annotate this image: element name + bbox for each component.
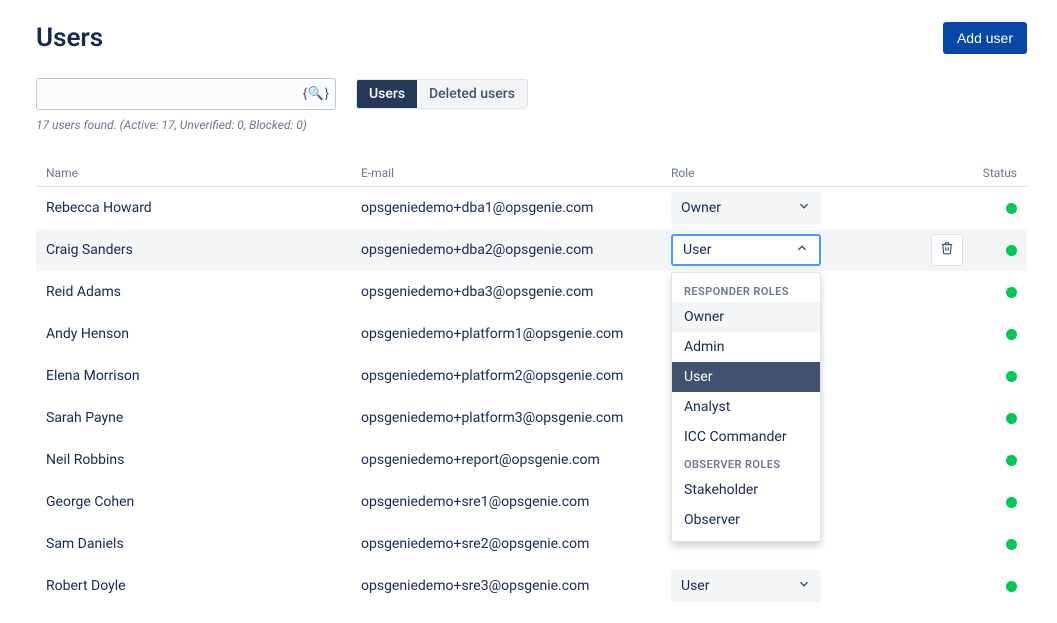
user-name: Rebecca Howard [46,200,361,216]
user-name: George Cohen [46,494,361,510]
table-row: Reid Adamsopsgeniedemo+dba3@opsgenie.com [36,271,1027,313]
role-cell: Owner [671,192,931,224]
role-cell: UserRESPONDER ROLESOwnerAdminUserAnalyst… [671,234,931,266]
table-row: Elena Morrisonopsgeniedemo+platform2@ops… [36,355,1027,397]
add-user-button[interactable]: Add user [943,22,1027,54]
users-table: Name E-mail Role Status Rebecca Howardop… [36,160,1027,607]
chevron-down-icon [797,199,811,217]
chevron-down-icon [797,577,811,595]
role-select-label: User [683,242,711,258]
user-email: opsgeniedemo+platform3@opsgenie.com [361,410,671,426]
role-dropdown: RESPONDER ROLESOwnerAdminUserAnalystICC … [671,272,821,542]
role-select-label: User [681,578,709,594]
tabs: Users Deleted users [356,79,528,109]
dropdown-option[interactable]: ICC Commander [672,422,820,452]
table-row: Andy Hensonopsgeniedemo+platform1@opsgen… [36,313,1027,355]
trash-icon [940,241,954,259]
dropdown-option[interactable]: Owner [672,302,820,332]
table-row: Sarah Payneopsgeniedemo+platform3@opsgen… [36,397,1027,439]
user-name: Sarah Payne [46,410,361,426]
user-name: Robert Doyle [46,578,361,594]
col-header-actions [931,166,981,180]
user-name: Andy Henson [46,326,361,342]
user-email: opsgeniedemo+dba1@opsgenie.com [361,200,671,216]
dropdown-option[interactable]: Analyst [672,392,820,422]
actions-cell [931,234,981,266]
table-row: Sam Danielsopsgeniedemo+sre2@opsgenie.co… [36,523,1027,565]
user-name: Neil Robbins [46,452,361,468]
col-header-name: Name [46,166,361,180]
dropdown-option[interactable]: Observer [672,505,820,535]
tab-users[interactable]: Users [357,80,417,108]
user-email: opsgeniedemo+sre3@opsgenie.com [361,578,671,594]
user-name: Elena Morrison [46,368,361,384]
user-name: Sam Daniels [46,536,361,552]
table-row: Craig Sandersopsgeniedemo+dba2@opsgenie.… [36,229,1027,271]
col-header-status: Status [981,166,1017,180]
status-indicator [1006,203,1017,214]
dropdown-option[interactable]: User [672,362,820,392]
table-header: Name E-mail Role Status [36,160,1027,187]
status-cell [981,371,1017,382]
table-row: Neil Robbinsopsgeniedemo+report@opsgenie… [36,439,1027,481]
dropdown-option[interactable]: Stakeholder [672,475,820,505]
status-indicator [1006,455,1017,466]
status-cell [981,203,1017,214]
role-cell: User [671,570,931,602]
user-email: opsgeniedemo+dba3@opsgenie.com [361,284,671,300]
table-row: Robert Doyleopsgeniedemo+sre3@opsgenie.c… [36,565,1027,607]
user-email: opsgeniedemo+sre1@opsgenie.com [361,494,671,510]
status-cell [981,539,1017,550]
role-select[interactable]: Owner [671,192,821,224]
status-indicator [1006,413,1017,424]
status-indicator [1006,497,1017,508]
status-cell [981,413,1017,424]
delete-user-button[interactable] [931,234,963,266]
status-indicator [1006,581,1017,592]
status-cell [981,455,1017,466]
status-cell [981,497,1017,508]
tab-deleted-users[interactable]: Deleted users [417,80,527,108]
user-email: opsgeniedemo+report@opsgenie.com [361,452,671,468]
status-cell [981,245,1017,256]
dropdown-group-label: OBSERVER ROLES [672,452,820,475]
status-indicator [1006,245,1017,256]
user-email: opsgeniedemo+dba2@opsgenie.com [361,242,671,258]
role-select[interactable]: User [671,570,821,602]
status-indicator [1006,371,1017,382]
status-cell [981,287,1017,298]
table-row: George Cohenopsgeniedemo+sre1@opsgenie.c… [36,481,1027,523]
user-email: opsgeniedemo+platform2@opsgenie.com [361,368,671,384]
summary-text: 17 users found. (Active: 17, Unverified:… [36,118,1027,132]
user-name: Craig Sanders [46,242,361,258]
col-header-email: E-mail [361,166,671,180]
role-select-label: Owner [681,200,721,216]
chevron-up-icon [795,241,809,259]
status-indicator [1006,329,1017,340]
role-select[interactable]: User [671,234,821,266]
search-box: { 🔍 } [36,78,336,110]
search-icon: { 🔍 } [303,88,328,101]
status-indicator [1006,287,1017,298]
col-header-role: Role [671,166,931,180]
dropdown-group-label: RESPONDER ROLES [672,279,820,302]
user-email: opsgeniedemo+platform1@opsgenie.com [361,326,671,342]
page-title: Users [36,23,103,53]
search-input[interactable] [36,78,336,110]
dropdown-option[interactable]: Admin [672,332,820,362]
table-row: Rebecca Howardopsgeniedemo+dba1@opsgenie… [36,187,1027,229]
status-cell [981,329,1017,340]
user-name: Reid Adams [46,284,361,300]
status-cell [981,581,1017,592]
status-indicator [1006,539,1017,550]
user-email: opsgeniedemo+sre2@opsgenie.com [361,536,671,552]
